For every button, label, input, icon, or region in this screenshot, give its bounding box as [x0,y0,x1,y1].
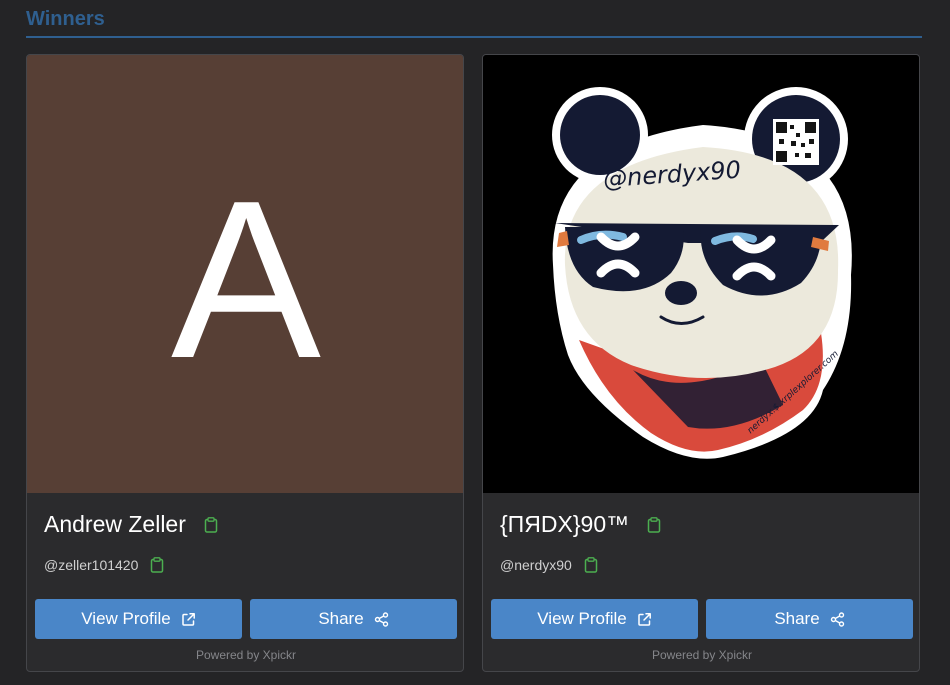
view-profile-button[interactable]: View Profile [491,599,698,639]
avatar-initial: A [170,152,322,405]
view-profile-label: View Profile [537,609,627,628]
view-profile-button[interactable]: View Profile [35,599,242,639]
winner-card: A Andrew Zeller @zeller101420 View Profi… [26,54,464,672]
external-link-icon [181,612,196,627]
section-title: Winners [26,8,105,30]
share-button[interactable]: Share [706,599,913,639]
clipboard-icon[interactable] [647,516,661,533]
winner-handle: @nerdyx90 [500,557,572,573]
powered-by: Powered by Xpickr [651,648,753,662]
share-label: Share [774,609,820,628]
avatar: @nerdyx90 nerdyx.$.xrplexplorer.com [483,55,919,493]
winner-name: Andrew Zeller [44,511,186,537]
external-link-icon [637,612,652,627]
share-icon [830,611,845,627]
name-row: Andrew Zeller [44,511,218,538]
share-label: Share [318,609,364,628]
clipboard-icon[interactable] [204,516,218,533]
winner-card: @nerdyx90 nerdyx.$.xrplexplorer.com {ΠЯD… [482,54,920,672]
panda-sticker-image: @nerdyx90 nerdyx.$.xrplexplorer.com [552,87,852,459]
name-row: {ΠЯDX}90™ [500,511,661,538]
handle-row: @nerdyx90 [500,557,598,573]
view-profile-label: View Profile [81,609,171,628]
share-icon [374,611,389,627]
winner-handle: @zeller101420 [44,557,139,573]
avatar: A [27,55,463,493]
winner-name: {ΠЯDX}90™ [500,511,630,537]
section-divider [26,36,922,38]
clipboard-icon[interactable] [584,557,598,573]
powered-by: Powered by Xpickr [195,648,297,662]
handle-row: @zeller101420 [44,557,164,573]
share-button[interactable]: Share [250,599,457,639]
clipboard-icon[interactable] [150,557,164,573]
